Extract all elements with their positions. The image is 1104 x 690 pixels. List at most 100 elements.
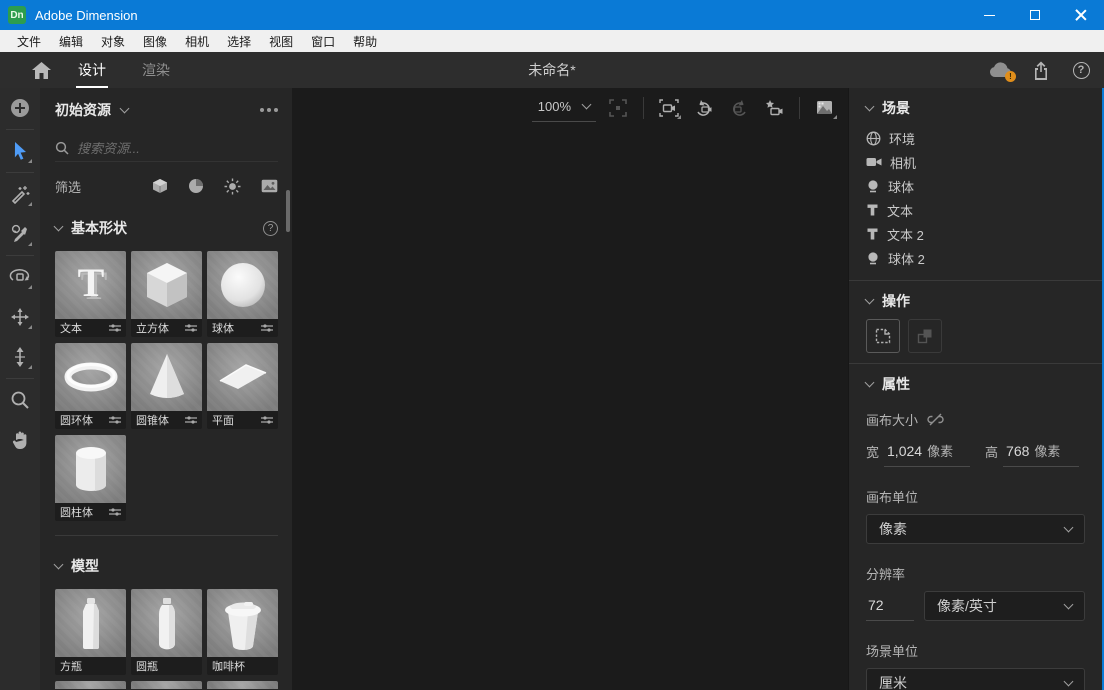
filter-materials-icon[interactable] (188, 178, 204, 194)
home-button[interactable] (22, 52, 60, 88)
match-image-button[interactable] (812, 95, 838, 121)
minimize-button[interactable] (966, 0, 1012, 30)
camera-bookmarks-button[interactable] (656, 95, 682, 121)
add-content-button[interactable] (0, 88, 40, 128)
height-input[interactable]: 768 像素 (1003, 441, 1079, 467)
filter-images-icon[interactable] (261, 179, 278, 193)
more-options-button[interactable] (260, 108, 278, 112)
sync-status-button[interactable]: ! (988, 57, 1014, 83)
eyedropper-icon (10, 224, 30, 244)
canvas-units-select[interactable]: 像素 (866, 514, 1085, 544)
menu-select[interactable]: 选择 (218, 31, 260, 52)
scene-item-sphere-2[interactable]: 球体 2 (866, 246, 1085, 270)
replace-action-button[interactable] (908, 319, 942, 353)
select-tool[interactable] (0, 131, 40, 171)
help-button[interactable]: ? (1068, 57, 1094, 83)
tile-settings-icon[interactable] (109, 415, 121, 425)
asset-tile-round-bottle[interactable]: 圆瓶 (131, 589, 202, 675)
orbit-icon (9, 267, 31, 287)
assets-panel-title[interactable]: 初始资源 (55, 100, 111, 120)
document-title: 未命名* (528, 60, 575, 80)
scene-item-sphere[interactable]: 球体 (866, 174, 1085, 198)
magic-wand-tool[interactable] (0, 174, 40, 214)
save-camera-bookmark-button[interactable] (761, 95, 787, 121)
asset-tile-cylinder[interactable]: 圆柱体 (55, 435, 126, 521)
zoom-dropdown[interactable]: 100% (532, 95, 596, 122)
unlink-icon[interactable] (927, 413, 944, 426)
scene-item-camera[interactable]: 相机 (866, 150, 1085, 174)
asset-tile-cone[interactable]: 圆锥体 (131, 343, 202, 429)
tile-settings-icon[interactable] (185, 415, 197, 425)
canvas-viewport[interactable]: 100% (292, 88, 848, 690)
resolution-group: 分辨率 72 像素/英寸 (866, 564, 1085, 621)
menu-file[interactable]: 文件 (8, 31, 50, 52)
asset-thumb-partial (55, 681, 126, 689)
basic-shapes-header[interactable]: 基本形状 ? (55, 218, 278, 238)
menu-help[interactable]: 帮助 (344, 31, 386, 52)
menu-camera[interactable]: 相机 (176, 31, 218, 52)
properties-header[interactable]: 属性 (866, 374, 1085, 394)
camera-star-icon (764, 99, 784, 117)
assets-scrollbar[interactable] (286, 190, 290, 232)
tile-settings-icon[interactable] (261, 323, 273, 333)
fit-canvas-button[interactable] (605, 95, 631, 121)
asset-tile-partial[interactable] (55, 681, 126, 689)
panel-divider (849, 280, 1104, 281)
sampler-tool[interactable] (0, 214, 40, 254)
asset-tile-sphere[interactable]: 球体 (207, 251, 278, 337)
asset-tile-coffee-cup[interactable]: 咖啡杯 (207, 589, 278, 675)
camera-undo-button[interactable] (691, 95, 717, 121)
asset-thumb-partial (131, 681, 202, 689)
zoom-tool[interactable] (0, 380, 40, 420)
asset-tile-partial[interactable] (131, 681, 202, 689)
resolution-input[interactable]: 72 (866, 597, 914, 621)
filter-label: 筛选 (55, 177, 81, 196)
camera-redo-button[interactable] (726, 95, 752, 121)
menu-edit[interactable]: 编辑 (50, 31, 92, 52)
filter-lights-icon[interactable] (224, 178, 241, 195)
asset-tile-partial[interactable] (207, 681, 278, 689)
tab-render[interactable]: 渲染 (124, 52, 188, 88)
filter-models-icon[interactable] (152, 178, 168, 194)
actions-title: 操作 (882, 291, 910, 311)
asset-tile-text[interactable]: T T 文本 (55, 251, 126, 337)
tile-settings-icon[interactable] (109, 323, 121, 333)
share-button[interactable] (1028, 57, 1054, 83)
home-icon (32, 62, 51, 79)
menu-view[interactable]: 视图 (260, 31, 302, 52)
scene-units-select[interactable]: 厘米 (866, 668, 1085, 690)
section-help-icon[interactable]: ? (263, 221, 278, 236)
chevron-down-icon[interactable] (120, 103, 130, 113)
select-all-action-button[interactable] (866, 319, 900, 353)
scene-item-text[interactable]: 文本 (866, 198, 1085, 222)
actions-header[interactable]: 操作 (866, 291, 1085, 311)
pan-tool[interactable] (0, 297, 40, 337)
menu-image[interactable]: 图像 (134, 31, 176, 52)
orbit-tool[interactable] (0, 257, 40, 297)
tile-name: 文本 (60, 320, 82, 336)
camera-bookmark-icon (659, 99, 679, 117)
asset-tile-plane[interactable]: 平面 (207, 343, 278, 429)
tile-settings-icon[interactable] (109, 507, 121, 517)
scene-header[interactable]: 场景 (866, 98, 1085, 118)
menu-window[interactable]: 窗口 (302, 31, 344, 52)
tile-settings-icon[interactable] (185, 323, 197, 333)
maximize-button[interactable] (1012, 0, 1058, 30)
dolly-tool[interactable] (0, 337, 40, 377)
asset-tile-cube[interactable]: 立方体 (131, 251, 202, 337)
tile-settings-icon[interactable] (261, 415, 273, 425)
tab-design[interactable]: 设计 (60, 52, 124, 88)
asset-tile-torus[interactable]: 圆环体 (55, 343, 126, 429)
width-input[interactable]: 1,024 像素 (884, 441, 970, 467)
close-button[interactable] (1058, 0, 1104, 30)
hand-tool[interactable] (0, 420, 40, 460)
asset-tile-square-bottle[interactable]: 方瓶 (55, 589, 126, 675)
resolution-label: 分辨率 (866, 564, 1085, 583)
scene-item-environment[interactable]: 环境 (866, 126, 1085, 150)
menu-object[interactable]: 对象 (92, 31, 134, 52)
resolution-units-select[interactable]: 像素/英寸 (924, 591, 1085, 621)
asset-search-field[interactable]: 搜索资源... (55, 138, 278, 162)
scene-item-text-2[interactable]: 文本 2 (866, 222, 1085, 246)
models-header[interactable]: 模型 (55, 556, 278, 576)
chevron-down-icon (54, 559, 64, 569)
